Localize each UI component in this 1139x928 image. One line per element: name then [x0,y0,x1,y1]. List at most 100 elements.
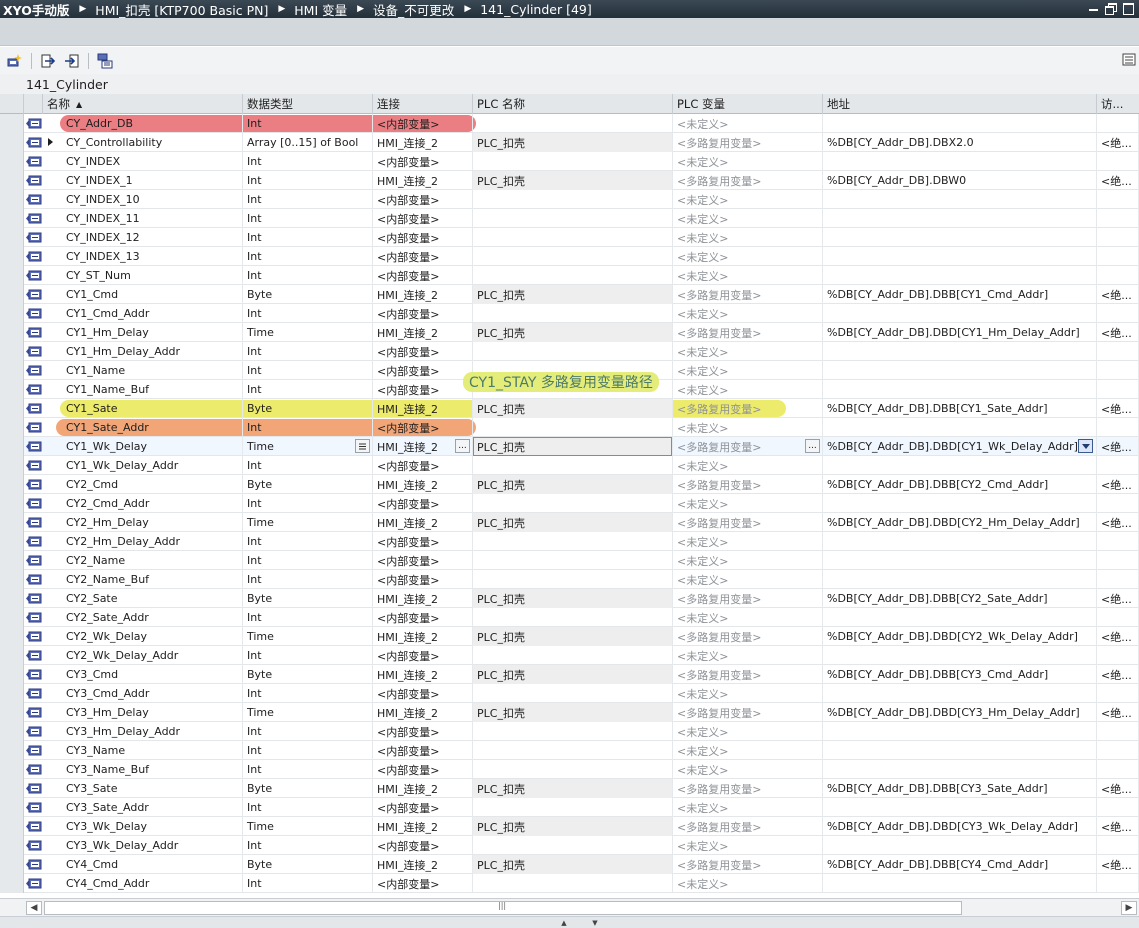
row-header[interactable] [0,836,24,855]
cell-connection[interactable]: <内部变量> [373,152,473,171]
cell-connection[interactable]: <内部变量> [373,494,473,513]
cell-access[interactable]: <绝... [1097,703,1139,722]
cell-name[interactable]: CY3_Hm_Delay_Addr [62,722,243,741]
cell-address[interactable] [823,114,1097,133]
cell-datatype[interactable]: Int [243,798,373,817]
cell-access[interactable]: <绝... [1097,779,1139,798]
cell-address[interactable]: %DB[CY_Addr_DB].DBB[CY3_Sate_Addr] [823,779,1097,798]
row-header[interactable] [0,266,24,285]
cell-connection[interactable]: <内部变量> [373,247,473,266]
cell-address[interactable] [823,456,1097,475]
cell-name[interactable]: CY2_Hm_Delay_Addr [62,532,243,551]
scroll-right-icon[interactable]: ▶ [1121,901,1137,915]
cell-address[interactable] [823,418,1097,437]
cell-connection[interactable]: <内部变量> [373,760,473,779]
cell-access[interactable]: <绝... [1097,665,1139,684]
cell-connection[interactable]: <内部变量> [373,380,473,399]
cell-datatype[interactable]: Time [243,627,373,646]
cell-access[interactable] [1097,608,1139,627]
cell-plc-tag[interactable]: <未定义> [673,228,823,247]
cell-address[interactable] [823,798,1097,817]
cell-datatype[interactable]: Time [243,323,373,342]
cell-datatype[interactable]: Int [243,380,373,399]
table-row[interactable]: CY2_Cmd Byte HMI_连接_2 PLC_扣壳 <多路复用变量> %DB[CY_… [0,475,1139,494]
cell-access[interactable]: <绝... [1097,475,1139,494]
cell-plc-tag[interactable]: <未定义> [673,190,823,209]
cell-name[interactable]: CY_INDEX_12 [62,228,243,247]
cell-connection[interactable]: <内部变量> [373,551,473,570]
minimize-icon[interactable] [1088,2,1099,13]
cell-address[interactable] [823,532,1097,551]
cell-plc-name[interactable] [473,551,673,570]
header-datatype[interactable]: 数据类型 [243,94,373,114]
table-row[interactable]: CY_INDEX_13 Int <内部变量> <未定义> [0,247,1139,266]
cell-connection[interactable]: HMI_连接_2 [373,171,473,190]
cell-access[interactable] [1097,874,1139,893]
cell-access[interactable]: <绝... [1097,171,1139,190]
cell-address[interactable]: %DB[CY_Addr_DB].DBD[CY2_Hm_Delay_Addr] [823,513,1097,532]
cell-access[interactable] [1097,361,1139,380]
cell-plc-tag[interactable]: <未定义> [673,532,823,551]
cell-plc-tag[interactable]: <未定义> [673,456,823,475]
cell-address[interactable]: %DB[CY_Addr_DB].DBD[CY1_Wk_Delay_Addr] [823,437,1097,456]
row-header[interactable] [0,494,24,513]
cell-plc-name[interactable] [473,209,673,228]
breadcrumb-folder[interactable]: 设备_不可更改 [373,0,454,18]
cell-plc-tag[interactable]: <未定义> [673,798,823,817]
cell-connection[interactable]: <内部变量> [373,874,473,893]
table-row[interactable]: CY_INDEX_11 Int <内部变量> <未定义> [0,209,1139,228]
row-header[interactable] [0,152,24,171]
table-row[interactable]: CY3_Hm_Delay Time HMI_连接_2 PLC_扣壳 <多路复用变量> %D… [0,703,1139,722]
row-header[interactable] [0,684,24,703]
table-row[interactable]: CY_ST_Num Int <内部变量> <未定义> [0,266,1139,285]
cell-datatype[interactable]: Int [243,494,373,513]
cell-access[interactable] [1097,228,1139,247]
cell-plc-tag[interactable]: <未定义> [673,722,823,741]
cell-datatype[interactable]: Int [243,684,373,703]
cell-access[interactable] [1097,380,1139,399]
cell-plc-name[interactable] [473,836,673,855]
cell-access[interactable] [1097,760,1139,779]
table-row[interactable]: CY_INDEX Int <内部变量> <未定义> [0,152,1139,171]
cell-datatype[interactable]: Int [243,209,373,228]
cell-address[interactable]: %DB[CY_Addr_DB].DBB[CY2_Cmd_Addr] [823,475,1097,494]
cell-datatype[interactable]: Time [243,437,373,456]
cell-access[interactable] [1097,418,1139,437]
cell-datatype[interactable]: Time [243,817,373,836]
table-row[interactable]: CY2_Wk_Delay Time HMI_连接_2 PLC_扣壳 <多路复用变量> %D… [0,627,1139,646]
table-row[interactable]: CY2_Wk_Delay_Addr Int <内部变量> <未定义> [0,646,1139,665]
cell-plc-name[interactable] [473,570,673,589]
cell-plc-name[interactable] [473,684,673,703]
cell-name[interactable]: CY3_Cmd_Addr [62,684,243,703]
cell-plc-name[interactable]: PLC_扣壳 [473,627,673,646]
cell-name[interactable]: CY3_Sate [62,779,243,798]
table-row[interactable]: CY_INDEX_12 Int <内部变量> <未定义> [0,228,1139,247]
cell-plc-name[interactable]: PLC_扣壳 [473,133,673,152]
cell-name[interactable]: CY_INDEX_10 [62,190,243,209]
table-row[interactable]: CY3_Sate_Addr Int <内部变量> <未定义> [0,798,1139,817]
cell-datatype[interactable]: Int [243,171,373,190]
cell-access[interactable]: <绝... [1097,133,1139,152]
datatype-list-icon[interactable] [355,439,370,453]
header-plc-tag[interactable]: PLC 变量 [673,94,823,114]
cell-access[interactable] [1097,266,1139,285]
breadcrumb-project[interactable]: XYO手动版 [0,0,69,18]
cell-plc-name[interactable]: PLC_扣壳 [473,665,673,684]
cell-access[interactable] [1097,304,1139,323]
table-row[interactable]: CY2_Cmd_Addr Int <内部变量> <未定义> [0,494,1139,513]
cell-name[interactable]: CY_INDEX_1 [62,171,243,190]
cell-plc-name[interactable] [473,722,673,741]
cell-address[interactable] [823,608,1097,627]
row-header[interactable] [0,817,24,836]
cell-address[interactable] [823,874,1097,893]
cell-address[interactable] [823,760,1097,779]
cell-plc-tag[interactable]: <未定义> [673,418,823,437]
header-plc-name[interactable]: PLC 名称 [473,94,673,114]
cell-connection[interactable]: <内部变量> [373,608,473,627]
row-header[interactable] [0,646,24,665]
cell-plc-name[interactable] [473,190,673,209]
table-row[interactable]: CY3_Cmd_Addr Int <内部变量> <未定义> [0,684,1139,703]
table-row[interactable]: CY1_Sate Byte HMI_连接_2 PLC_扣壳 <多路复用变量> %DB[CY… [0,399,1139,418]
cell-plc-name[interactable] [473,456,673,475]
cell-address[interactable]: %DB[CY_Addr_DB].DBD[CY2_Wk_Delay_Addr] [823,627,1097,646]
